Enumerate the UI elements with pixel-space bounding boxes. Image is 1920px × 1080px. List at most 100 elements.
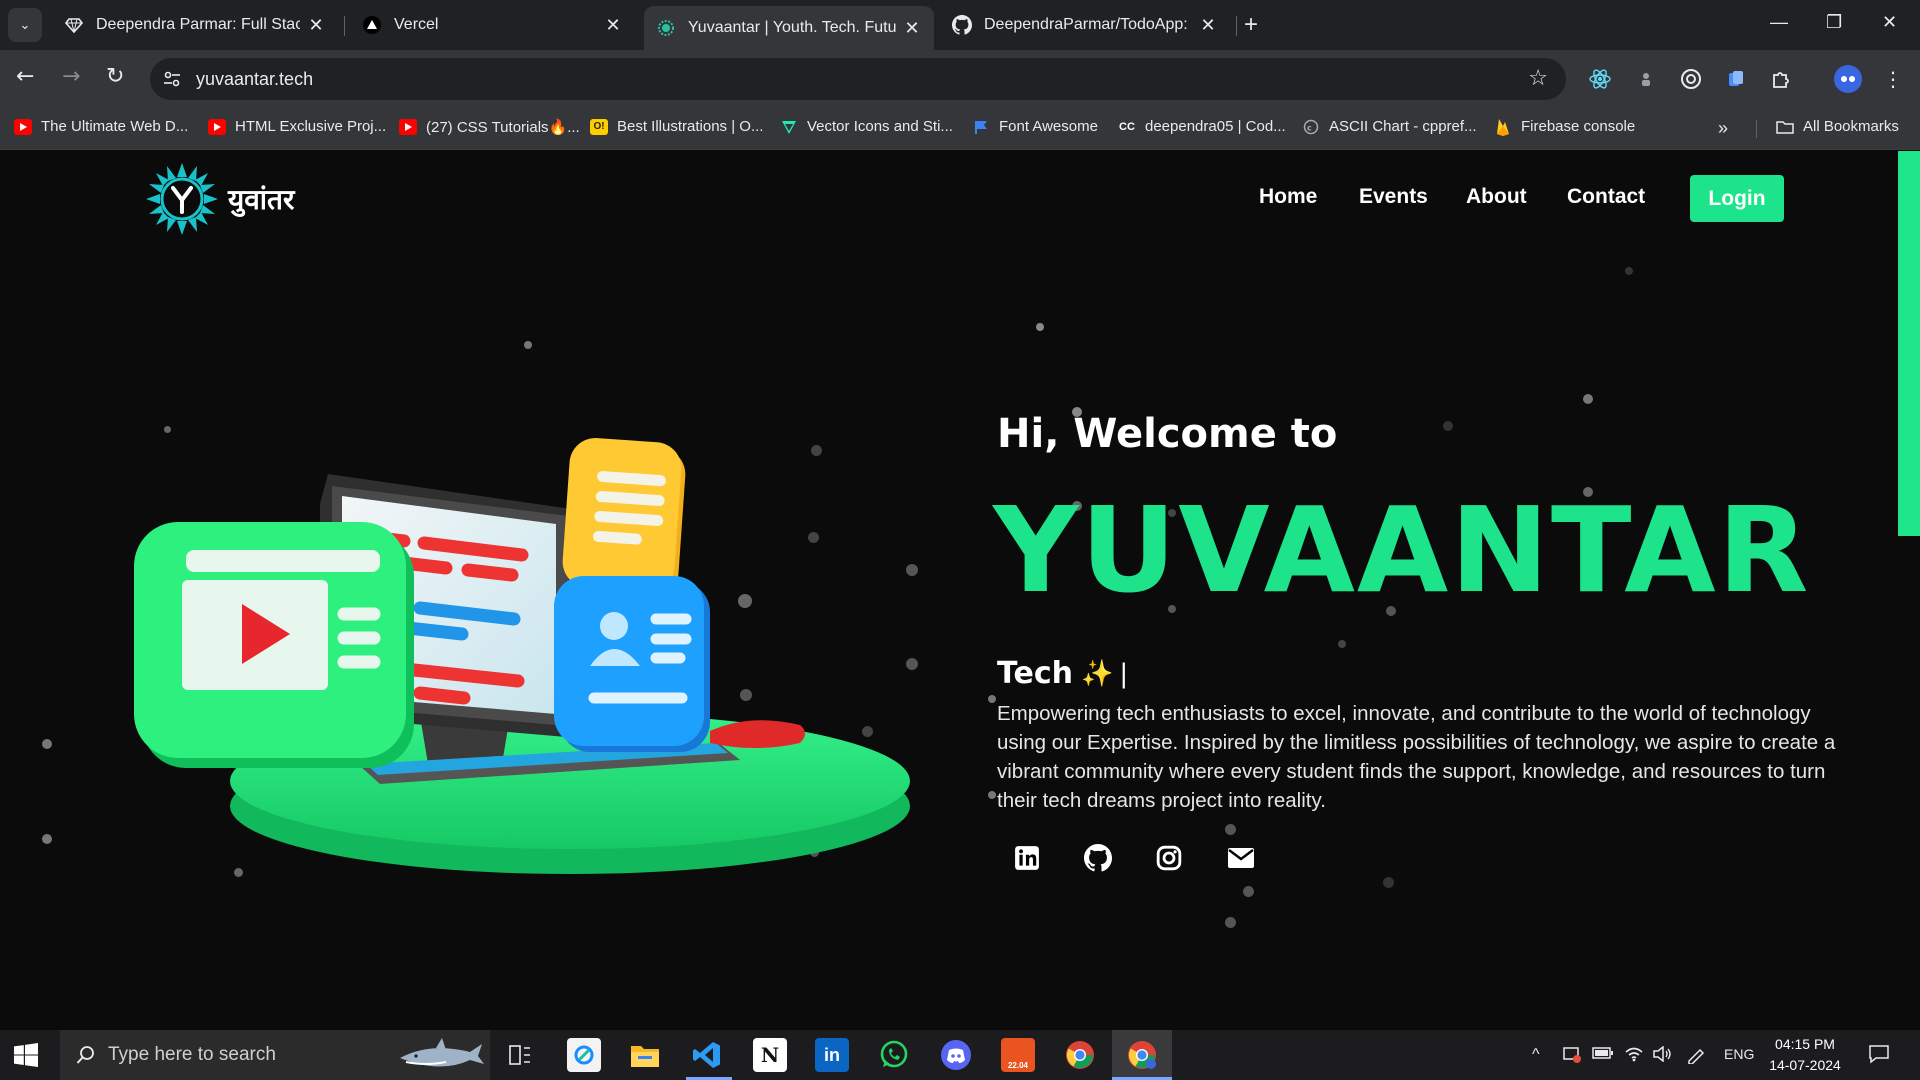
reload-button[interactable]: ↻ — [106, 64, 124, 89]
tab-vercel[interactable]: Vercel ✕ — [350, 7, 635, 43]
nav-events[interactable]: Events — [1359, 185, 1428, 209]
bookmark-item[interactable]: O! Best Illustrations | O... — [590, 118, 763, 135]
diamond-icon — [64, 15, 84, 35]
address-bar[interactable]: yuvaantar.tech ☆ — [150, 58, 1566, 100]
login-button[interactable]: Login — [1690, 175, 1784, 222]
tab-portfolio[interactable]: Deependra Parmar: Full Stack E ✕ — [52, 7, 338, 43]
ubuntu-icon[interactable]: 22.04 — [1001, 1038, 1035, 1072]
tray-device-icon[interactable] — [1562, 1046, 1582, 1067]
browser-toolbar: ← → ↻ yuvaantar.tech ☆ ⋮ — [0, 50, 1920, 108]
nav-about[interactable]: About — [1466, 185, 1527, 209]
close-icon[interactable]: ✕ — [902, 18, 922, 39]
bookmark-label: The Ultimate Web D... — [41, 118, 189, 135]
particle — [988, 695, 996, 703]
tab-title: Deependra Parmar: Full Stack E — [96, 16, 300, 33]
chrome-icon[interactable] — [1063, 1038, 1097, 1072]
bookmark-item[interactable]: The Ultimate Web D... — [14, 118, 188, 135]
particle — [42, 834, 52, 844]
chrome-profile-icon[interactable] — [1125, 1038, 1159, 1072]
clock-date: 14-07-2024 — [1769, 1057, 1841, 1073]
tab-github[interactable]: DeependraParmar/TodoApp: Th ✕ — [940, 7, 1230, 43]
copy-extension-icon[interactable] — [1723, 66, 1749, 92]
minimize-button[interactable]: — — [1770, 12, 1788, 33]
pen-icon[interactable] — [1686, 1046, 1706, 1067]
vscode-icon[interactable] — [690, 1038, 724, 1072]
hero-computer-illustration — [134, 438, 910, 874]
site-info-icon[interactable] — [162, 69, 182, 89]
extension-gray-icon[interactable] — [1633, 66, 1659, 92]
bookmark-label: HTML Exclusive Proj... — [235, 118, 387, 135]
codechef-icon: CC — [1119, 120, 1135, 133]
whatsapp-icon[interactable] — [877, 1038, 911, 1072]
all-bookmarks-button[interactable]: All Bookmarks — [1776, 118, 1899, 135]
search-placeholder: Type here to search — [108, 1044, 276, 1065]
extensions-puzzle-icon[interactable] — [1768, 66, 1794, 92]
profile-avatar-icon[interactable] — [1834, 65, 1862, 93]
wifi-icon[interactable] — [1624, 1046, 1644, 1065]
url-text: yuvaantar.tech — [196, 69, 314, 89]
taskbar-clock[interactable]: 04:15 PM 14-07-2024 — [1760, 1034, 1850, 1076]
forward-button[interactable]: → — [62, 64, 80, 89]
site-logo[interactable]: युवांतर — [144, 161, 294, 237]
notion-icon[interactable]: N — [753, 1038, 787, 1072]
taskbar-search-box[interactable]: Type here to search — [60, 1030, 490, 1080]
bookmark-item[interactable]: (27) CSS Tutorials🔥... — [399, 118, 580, 136]
bookmark-star-icon[interactable]: ☆ — [1528, 66, 1548, 91]
cppref-icon: c — [1302, 119, 1320, 135]
window-close-button[interactable]: ✕ — [1882, 12, 1897, 33]
tab-search-button[interactable]: ⌄ — [8, 8, 42, 42]
notifications-icon[interactable] — [1868, 1044, 1890, 1067]
bookmark-item[interactable]: CC deependra05 | Cod... — [1118, 118, 1286, 135]
particle — [42, 739, 52, 749]
bookmark-item[interactable]: Firebase console — [1494, 118, 1636, 136]
github-icon[interactable] — [1081, 841, 1115, 875]
target-extension-icon[interactable] — [1678, 66, 1704, 92]
tab-yuvaantar[interactable]: Yuvaantar | Youth. Tech. Future. ✕ — [644, 6, 934, 50]
bookmark-label: Firebase console — [1521, 118, 1636, 135]
youtube-icon — [14, 118, 32, 135]
folder-icon — [1776, 119, 1794, 135]
nav-contact[interactable]: Contact — [1567, 185, 1645, 209]
bookmark-label: ASCII Chart - cppref... — [1329, 118, 1477, 135]
hero-description: Empowering tech enthusiasts to excel, in… — [997, 702, 1836, 812]
restore-button[interactable]: ❐ — [1826, 12, 1842, 33]
page-scrollbar[interactable] — [1898, 151, 1920, 536]
bookmark-item[interactable]: Vector Icons and Sti... — [780, 118, 953, 135]
back-button[interactable]: ← — [16, 64, 34, 89]
linkedin-app-icon[interactable]: in — [815, 1038, 849, 1072]
bookmarks-bar: The Ultimate Web D... HTML Exclusive Pro… — [0, 108, 1920, 150]
particle — [1625, 267, 1633, 275]
instagram-icon[interactable] — [1152, 841, 1186, 875]
language-indicator[interactable]: ENG — [1724, 1046, 1754, 1062]
mail-icon[interactable] — [1224, 841, 1258, 875]
tab-title: Vercel — [394, 16, 439, 33]
bookmark-item[interactable]: c ASCII Chart - cppref... — [1302, 118, 1477, 135]
chrome-menu-icon[interactable]: ⋮ — [1880, 66, 1906, 92]
more-bookmarks-chevron-icon[interactable]: » — [1718, 118, 1728, 139]
file-explorer-icon[interactable] — [628, 1038, 662, 1072]
tray-overflow-chevron-icon[interactable]: ^ — [1532, 1046, 1540, 1064]
close-icon[interactable]: ✕ — [306, 15, 326, 36]
bookmark-item[interactable]: HTML Exclusive Proj... — [208, 118, 386, 135]
windows-start-icon[interactable] — [14, 1043, 38, 1067]
task-view-icon[interactable] — [503, 1038, 537, 1072]
flaticon-icon — [780, 119, 798, 135]
new-tab-button[interactable]: + — [1244, 11, 1258, 39]
react-devtools-icon[interactable] — [1587, 66, 1613, 92]
bookmark-item[interactable]: Font Awesome — [972, 118, 1098, 135]
discord-icon[interactable] — [939, 1038, 973, 1072]
close-icon[interactable]: ✕ — [603, 15, 623, 36]
windows-taskbar: Type here to search N in 22.04 ^ ENG 04:… — [0, 1030, 1920, 1080]
linkedin-icon[interactable] — [1010, 841, 1044, 875]
tab-title: DeependraParmar/TodoApp: Th — [984, 16, 1192, 33]
volume-icon[interactable] — [1652, 1045, 1672, 1065]
particle — [1243, 886, 1254, 897]
bookmark-label: Vector Icons and Sti... — [807, 118, 953, 135]
battery-icon[interactable] — [1592, 1046, 1614, 1063]
particle — [1583, 394, 1593, 404]
close-icon[interactable]: ✕ — [1198, 15, 1218, 36]
tab-title: Yuvaantar | Youth. Tech. Future. — [688, 19, 896, 36]
nav-home[interactable]: Home — [1259, 185, 1317, 209]
snipping-icon[interactable] — [567, 1038, 601, 1072]
particle — [1443, 421, 1453, 431]
